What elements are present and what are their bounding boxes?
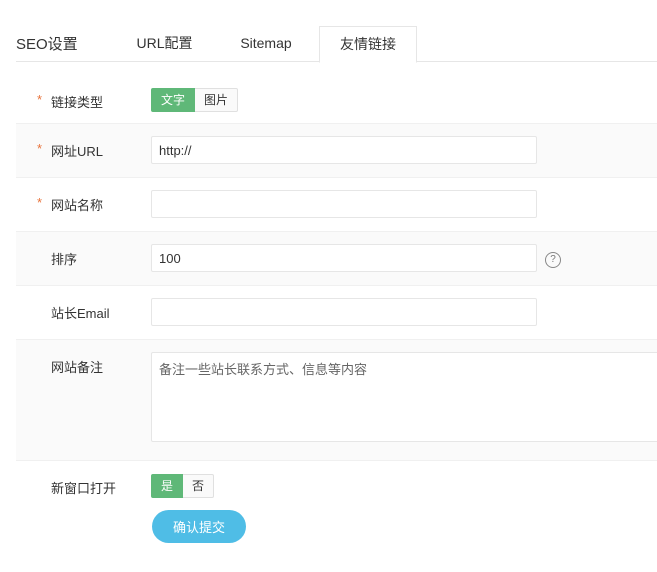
- tab-header: SEO设置 URL配置 Sitemap 友情链接: [0, 0, 657, 63]
- form-row-new-window: 新窗口打开 是 否: [16, 461, 657, 509]
- tab-sitemap[interactable]: Sitemap: [222, 26, 310, 61]
- link-type-label: 链接类型: [51, 95, 104, 110]
- site-name-label: 网站名称: [51, 198, 104, 213]
- new-window-yes-option[interactable]: 是: [151, 474, 184, 498]
- email-input[interactable]: [151, 298, 537, 326]
- page-title: SEO设置: [16, 36, 78, 53]
- new-window-no-option[interactable]: 否: [183, 474, 215, 498]
- link-type-text-option[interactable]: 文字: [151, 88, 196, 112]
- link-type-image-option[interactable]: 图片: [195, 88, 239, 112]
- required-mark: *: [37, 92, 43, 107]
- submit-button[interactable]: 确认提交: [152, 510, 246, 543]
- url-input[interactable]: [151, 136, 537, 164]
- required-mark: *: [37, 141, 43, 156]
- link-type-toggle: 文字 图片: [151, 88, 239, 112]
- email-label: 站长Email: [51, 306, 110, 321]
- form-row-order: 排序 ?: [16, 232, 657, 286]
- help-icon[interactable]: ?: [545, 252, 561, 268]
- form-row-url: * 网址URL: [16, 124, 657, 178]
- order-input[interactable]: [151, 244, 537, 272]
- new-window-label: 新窗口打开: [51, 481, 117, 496]
- form-row-link-type: * 链接类型 文字 图片: [16, 75, 657, 124]
- form-row-site-name: * 网站名称: [16, 178, 657, 232]
- new-window-toggle: 是 否: [151, 474, 215, 498]
- remark-label: 网站备注: [51, 360, 104, 375]
- tab-friend-links[interactable]: 友情链接: [319, 26, 417, 63]
- remark-textarea[interactable]: [151, 352, 657, 442]
- form-row-remark: 网站备注: [16, 340, 657, 461]
- tab-url-config[interactable]: URL配置: [122, 26, 207, 61]
- site-name-input[interactable]: [151, 190, 537, 218]
- required-mark: *: [37, 195, 43, 210]
- order-label: 排序: [51, 252, 78, 267]
- form-row-email: 站长Email: [16, 286, 657, 340]
- url-label: 网址URL: [51, 144, 104, 159]
